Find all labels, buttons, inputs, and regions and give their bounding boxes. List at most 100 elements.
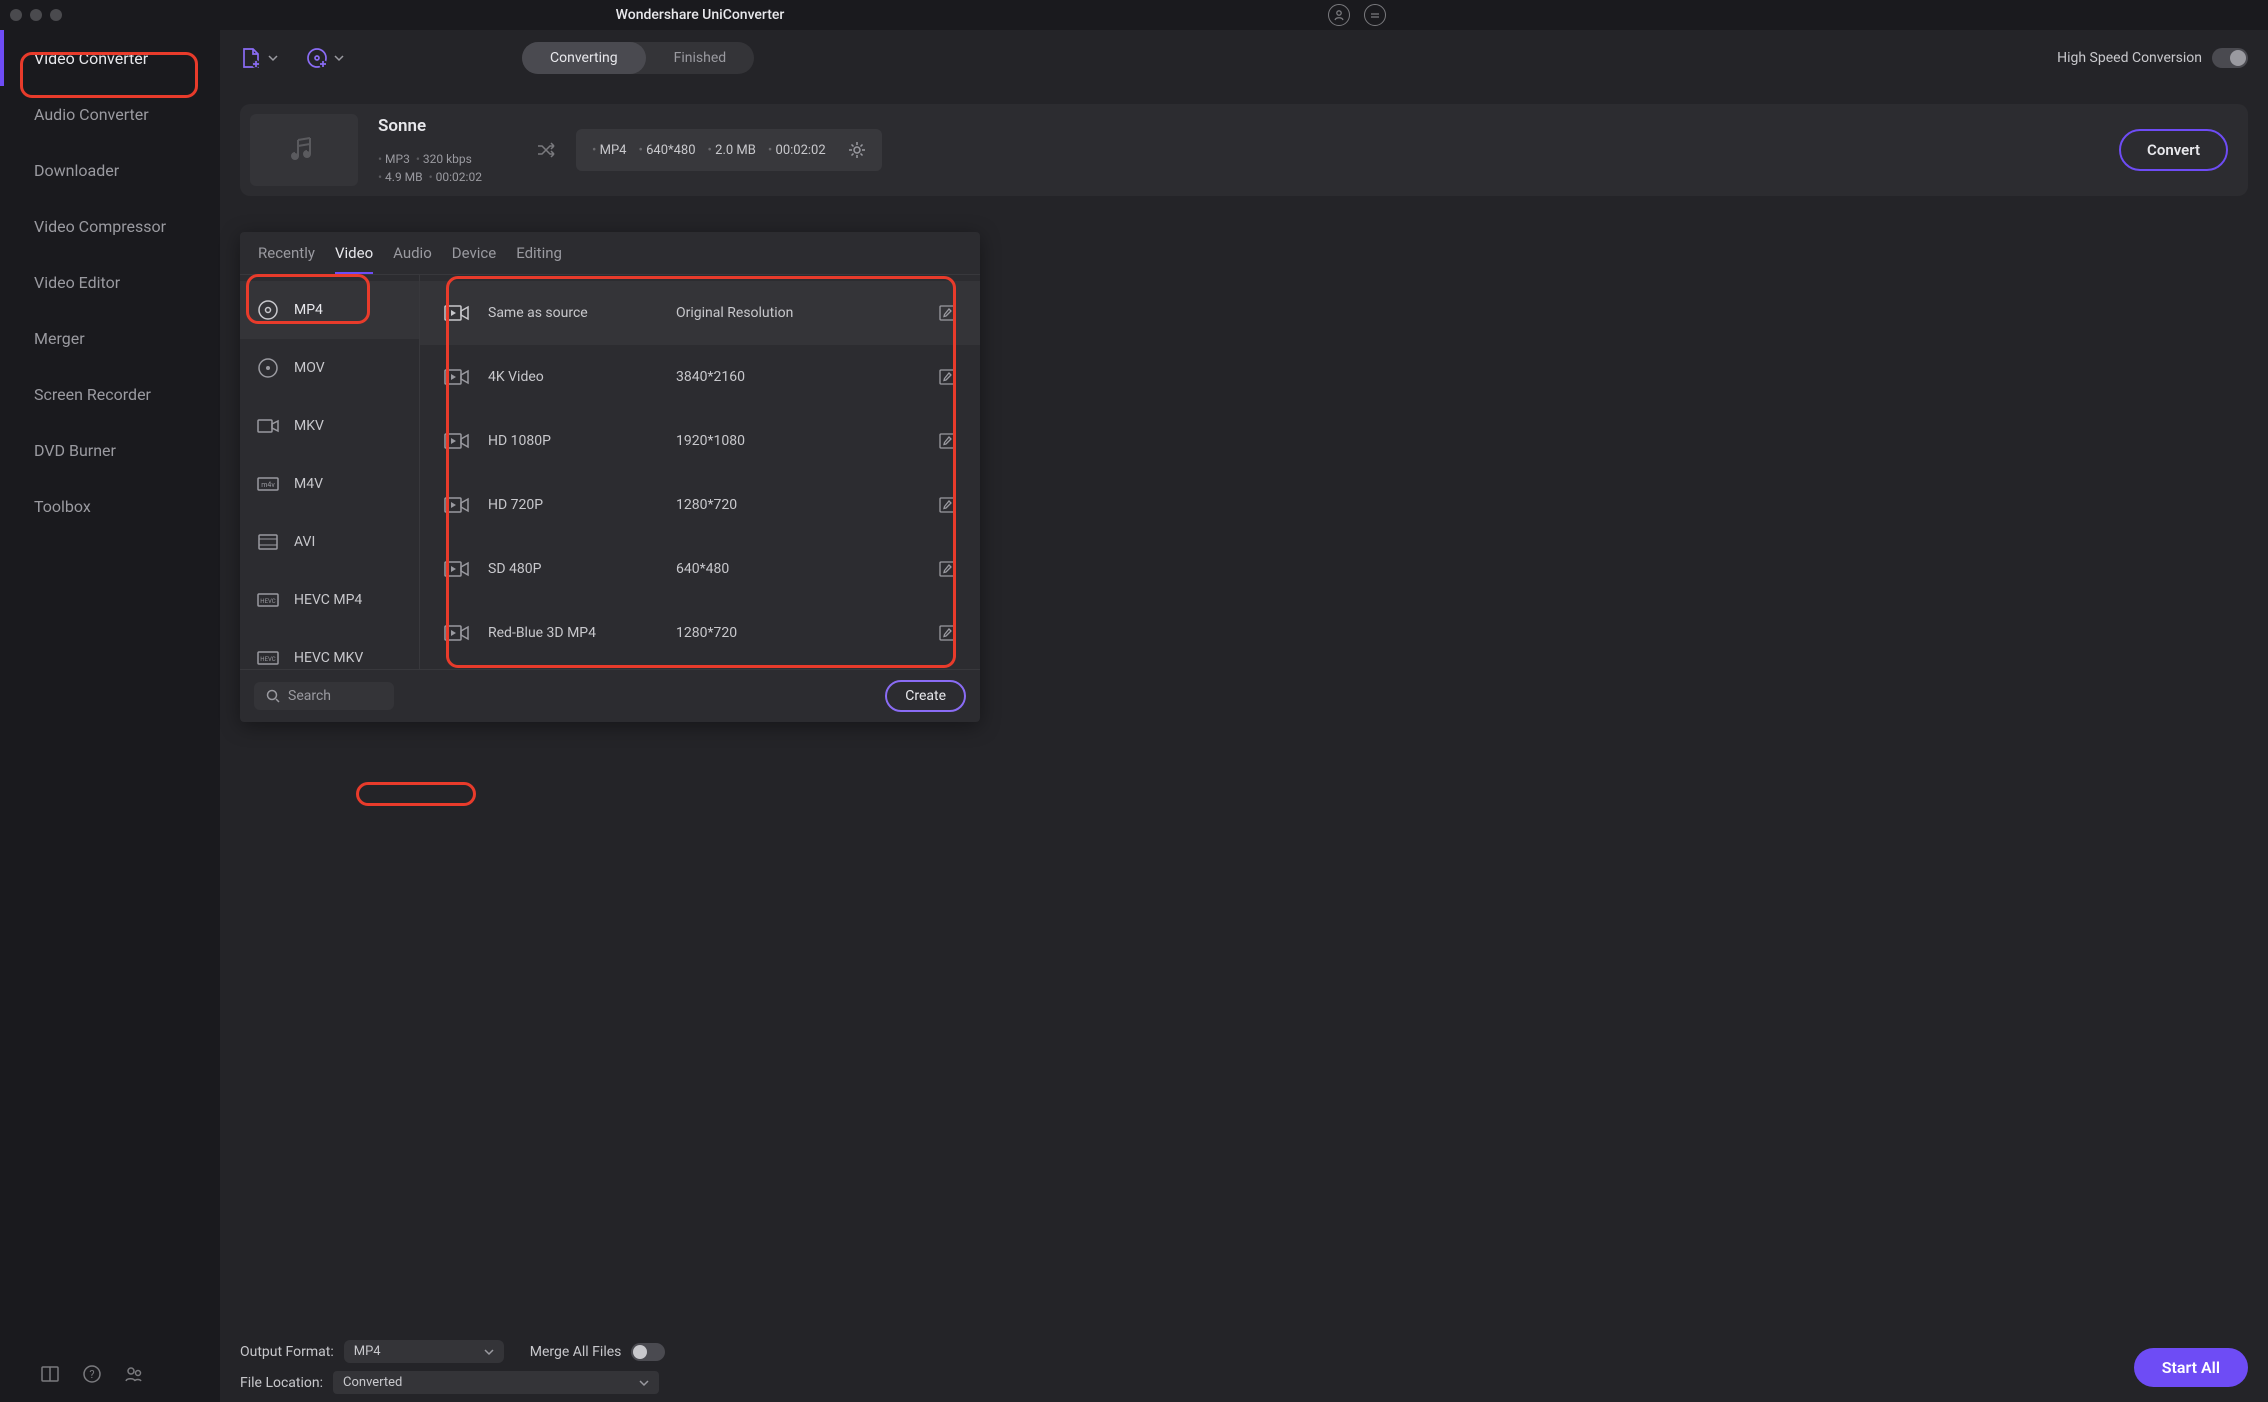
dst-resolution: 640*480 xyxy=(638,143,695,158)
minimize-window-button[interactable] xyxy=(30,9,42,21)
merge-toggle[interactable] xyxy=(631,1343,665,1361)
sidebar-item-screen-recorder[interactable]: Screen Recorder xyxy=(0,366,220,422)
app-title: Wondershare UniConverter xyxy=(616,7,785,23)
disc-icon xyxy=(256,298,280,322)
account-icon[interactable] xyxy=(1328,4,1350,26)
hevc-icon: HEVC xyxy=(256,588,280,612)
sidebar-item-label: Toolbox xyxy=(34,497,91,516)
sidebar-item-dvd-burner[interactable]: DVD Burner xyxy=(0,422,220,478)
video-icon xyxy=(444,495,470,515)
video-icon xyxy=(444,623,470,643)
resolution-list[interactable]: Same as source Original Resolution 4K Vi… xyxy=(420,275,980,669)
format-item-mkv[interactable]: MKV xyxy=(240,397,419,455)
edit-icon[interactable] xyxy=(938,496,956,514)
svg-text:?: ? xyxy=(89,1368,94,1381)
svg-text:HEVC: HEVC xyxy=(260,598,275,605)
create-preset-button[interactable]: Create xyxy=(885,680,966,712)
file-location-dropdown[interactable]: Converted xyxy=(333,1371,659,1394)
convert-button-label: Convert xyxy=(2147,141,2200,159)
sidebar-item-downloader[interactable]: Downloader xyxy=(0,142,220,198)
format-item-hevc-mp4[interactable]: HEVC HEVC MP4 xyxy=(240,571,419,629)
toolbar: Converting Finished High Speed Conversio… xyxy=(220,30,2268,86)
format-label: AVI xyxy=(294,534,315,550)
format-label: MKV xyxy=(294,418,324,434)
guide-icon[interactable] xyxy=(40,1364,60,1384)
chevron-down-icon xyxy=(639,1378,649,1388)
output-format-label: Output Format: xyxy=(240,1344,334,1360)
start-all-label: Start All xyxy=(2162,1358,2220,1377)
format-item-avi[interactable]: AVI xyxy=(240,513,419,571)
convert-button[interactable]: Convert xyxy=(2119,129,2228,171)
resolution-item[interactable]: SD 480P 640*480 xyxy=(420,537,980,601)
resolution-value: 3840*2160 xyxy=(676,369,920,385)
src-format: MP3 xyxy=(378,152,410,166)
popup-tab-audio[interactable]: Audio xyxy=(393,244,432,274)
file-location-label: File Location: xyxy=(240,1375,323,1391)
video-icon xyxy=(256,414,280,438)
hevc-icon: HEVC xyxy=(256,646,280,669)
edit-icon[interactable] xyxy=(938,624,956,642)
file-card: Sonne MP3 320 kbps 4.9 MB 00:02:02 MP4 6… xyxy=(240,104,2248,196)
format-label: HEVC MKV xyxy=(294,650,363,666)
popup-tab-editing[interactable]: Editing xyxy=(516,244,562,274)
help-icon[interactable]: ? xyxy=(82,1364,102,1384)
format-item-m4v[interactable]: m4v M4V xyxy=(240,455,419,513)
target-settings[interactable]: MP4 640*480 2.0 MB 00:02:02 xyxy=(576,129,882,171)
sidebar-item-video-compressor[interactable]: Video Compressor xyxy=(0,198,220,254)
chevron-down-icon xyxy=(268,53,278,63)
resolution-item[interactable]: Red-Blue 3D MP4 1280*720 xyxy=(420,601,980,665)
resolution-item[interactable]: 4K Video 3840*2160 xyxy=(420,345,980,409)
popup-tab-device[interactable]: Device xyxy=(452,244,496,274)
format-item-hevc-mkv[interactable]: HEVC HEVC MKV xyxy=(240,629,419,669)
format-item-mov[interactable]: MOV xyxy=(240,339,419,397)
titlebar: Wondershare UniConverter xyxy=(0,0,1400,30)
traffic-lights xyxy=(10,9,62,21)
create-button-label: Create xyxy=(905,688,946,704)
edit-icon[interactable] xyxy=(938,560,956,578)
resolution-item[interactable]: HD 720P 1280*720 xyxy=(420,473,980,537)
sidebar-item-video-converter[interactable]: Video Converter xyxy=(0,30,220,86)
sidebar-item-label: Screen Recorder xyxy=(34,385,151,404)
merge-label: Merge All Files xyxy=(530,1344,622,1360)
sidebar-item-toolbox[interactable]: Toolbox xyxy=(0,478,220,534)
shuffle-icon[interactable] xyxy=(536,140,556,160)
sidebar-item-merger[interactable]: Merger xyxy=(0,310,220,366)
popup-tab-video[interactable]: Video xyxy=(335,244,373,274)
m4v-icon: m4v xyxy=(256,472,280,496)
format-item-mp4[interactable]: MP4 xyxy=(240,281,419,339)
edit-icon[interactable] xyxy=(938,368,956,386)
resolution-value: 1920*1080 xyxy=(676,433,920,449)
tab-finished[interactable]: Finished xyxy=(646,42,755,74)
edit-icon[interactable] xyxy=(938,304,956,322)
output-format-value: MP4 xyxy=(354,1344,381,1359)
popup-tab-recently[interactable]: Recently xyxy=(258,244,315,274)
output-format-dropdown[interactable]: MP4 xyxy=(344,1340,504,1363)
resolution-item[interactable]: Same as source Original Resolution xyxy=(420,281,980,345)
maximize-window-button[interactable] xyxy=(50,9,62,21)
search-icon xyxy=(266,689,280,703)
format-label: MOV xyxy=(294,360,325,376)
add-dvd-button[interactable] xyxy=(306,47,344,69)
sidebar-item-audio-converter[interactable]: Audio Converter xyxy=(0,86,220,142)
feedback-icon[interactable] xyxy=(1364,4,1386,26)
sidebar-item-label: Video Compressor xyxy=(34,217,166,236)
src-size: 4.9 MB xyxy=(378,170,423,184)
high-speed-toggle[interactable] xyxy=(2212,48,2248,68)
resolution-item[interactable]: HD 1080P 1920*1080 xyxy=(420,409,980,473)
search-placeholder: Search xyxy=(288,688,331,704)
tab-label: Audio xyxy=(393,244,432,262)
edit-icon[interactable] xyxy=(938,432,956,450)
add-file-button[interactable] xyxy=(240,47,278,69)
sidebar-item-label: Audio Converter xyxy=(34,105,149,124)
sidebar-item-video-editor[interactable]: Video Editor xyxy=(0,254,220,310)
format-search-input[interactable]: Search xyxy=(254,682,394,710)
main-area: Converting Finished High Speed Conversio… xyxy=(220,30,2268,1402)
format-list[interactable]: MP4 MOV MKV m4v M4V AVI xyxy=(240,275,420,669)
gear-icon[interactable] xyxy=(848,141,866,159)
bottom-bar: Output Format: MP4 Merge All Files File … xyxy=(240,1340,2248,1394)
tab-converting[interactable]: Converting xyxy=(522,42,646,74)
start-all-button[interactable]: Start All xyxy=(2134,1348,2248,1387)
close-window-button[interactable] xyxy=(10,9,22,21)
community-icon[interactable] xyxy=(124,1364,144,1384)
format-popup: Recently Video Audio Device Editing MP4 … xyxy=(240,232,980,722)
